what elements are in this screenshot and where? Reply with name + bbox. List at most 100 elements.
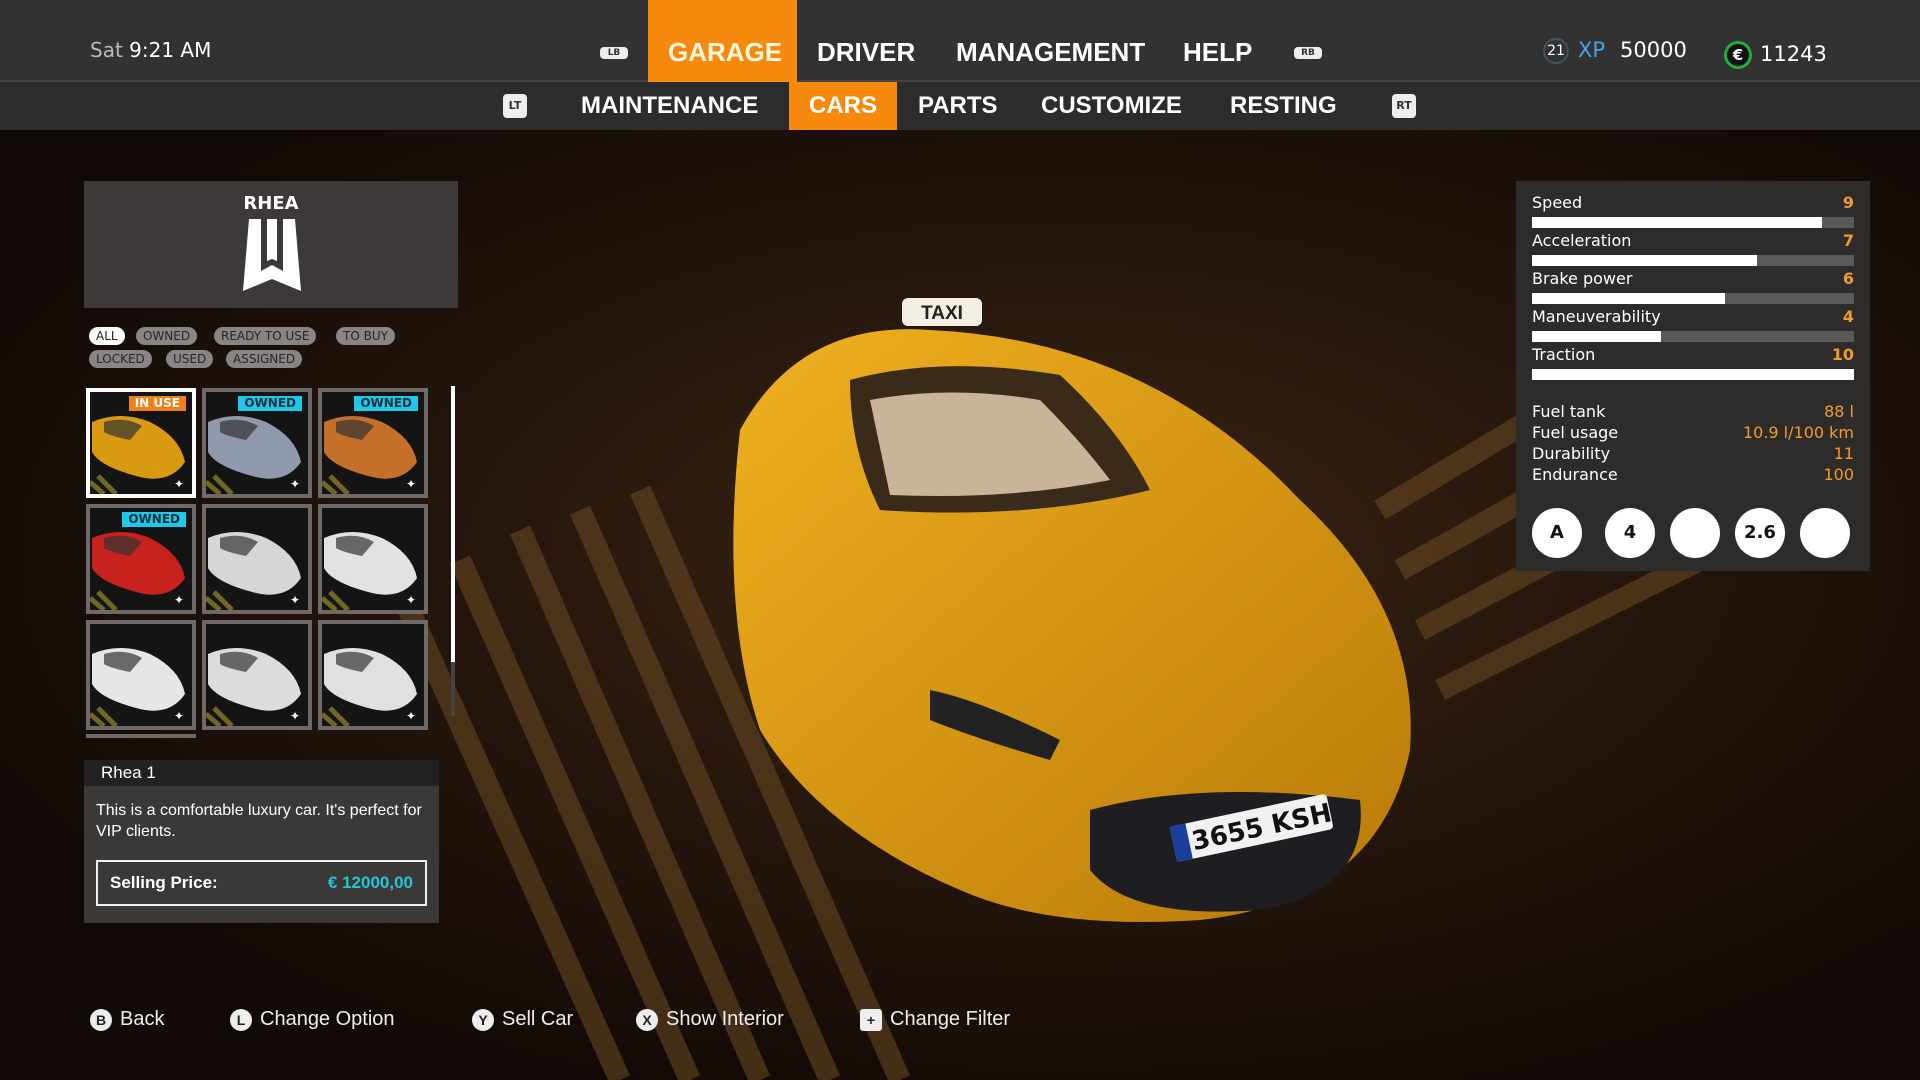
car-tile[interactable]: ✦ (318, 504, 428, 614)
stat-value: 4 (1842, 307, 1854, 326)
selling-price-value: € 12000,00 (327, 873, 413, 892)
stat-value: 6 (1842, 269, 1854, 288)
car-tile[interactable]: ✦ OWNED (202, 388, 312, 498)
stat-bar-fill (1532, 369, 1854, 380)
rb-bumper-icon[interactable]: RB (1294, 47, 1322, 59)
car-tile[interactable]: ✦ (318, 620, 428, 730)
hint-show-interior[interactable]: X Show Interior (636, 1008, 784, 1031)
tab-resting[interactable]: RESTING (1210, 82, 1357, 130)
svg-text:✦: ✦ (406, 593, 416, 607)
money-value: 11243 (1760, 42, 1827, 66)
filter-to-buy[interactable]: TO BUY (336, 327, 395, 345)
rt-trigger-icon[interactable]: RT (1392, 94, 1416, 118)
car-tile[interactable]: ✦ OWNED (318, 388, 428, 498)
filter-owned[interactable]: OWNED (136, 327, 198, 345)
spec-label: Fuel usage (1532, 423, 1619, 442)
spec-value: 88 l (1824, 402, 1854, 421)
tab-garage[interactable]: GARAGE (648, 0, 797, 82)
filter-all[interactable]: ALL (89, 327, 125, 345)
svg-text:✦: ✦ (174, 593, 184, 607)
filter-assigned[interactable]: ASSIGNED (226, 350, 303, 368)
left-stick-icon: L (230, 1008, 252, 1031)
brand-name: RHEA (243, 193, 299, 214)
status-badge: OWNED (354, 396, 418, 411)
stat-bar (1532, 217, 1854, 228)
car-thumbnail: ✦ (322, 532, 417, 610)
next-row-edge (86, 734, 196, 738)
stat-bar-fill (1532, 293, 1726, 304)
hint-label: Change Option (260, 1008, 395, 1030)
tab-customize[interactable]: CUSTOMIZE (1021, 82, 1202, 130)
filter-ready-to-use[interactable]: READY TO USE (214, 327, 317, 345)
stat-label: Speed (1532, 193, 1583, 212)
status-badge: OWNED (122, 512, 186, 527)
hint-sell-car[interactable]: Y Sell Car (472, 1008, 573, 1031)
stat-label: Brake power (1532, 269, 1633, 288)
seats-icon: 4 (1605, 508, 1655, 558)
xp-value: 50000 (1620, 38, 1687, 62)
car-tile[interactable]: ✦ (202, 504, 312, 614)
taxi-sign-text: TAXI (921, 303, 963, 324)
hint-label: Back (120, 1008, 165, 1030)
stat-bar-fill (1532, 217, 1822, 228)
grid-scrollbar[interactable] (451, 386, 455, 716)
tab-help[interactable]: HELP (1163, 0, 1272, 82)
day: Sat (90, 38, 123, 62)
clock: Sat 9:21 AM (90, 38, 211, 62)
engine-icon (1800, 508, 1850, 558)
level-badge: 21 (1543, 38, 1569, 64)
stat-bar-fill (1532, 331, 1661, 342)
filter-locked[interactable]: LOCKED (89, 350, 152, 368)
filter-used[interactable]: USED (166, 350, 214, 368)
tab-driver[interactable]: DRIVER (797, 0, 935, 82)
lt-trigger-icon[interactable]: LT (503, 94, 527, 118)
car-tile[interactable]: ✦ (202, 620, 312, 730)
hint-label: Change Filter (890, 1008, 1011, 1030)
car-tile[interactable]: ✦ (86, 620, 196, 730)
weight-icon: 2.6 (1735, 508, 1785, 558)
car-thumbnail: ✦ (206, 648, 301, 726)
dpad-icon: + (860, 1008, 882, 1031)
hint-change-option[interactable]: L Change Option (230, 1008, 395, 1031)
hint-change-filter[interactable]: + Change Filter (860, 1008, 1010, 1031)
b-button-icon: B (90, 1008, 112, 1031)
car-tile[interactable]: ✦ OWNED (86, 504, 196, 614)
engine-type-icon (1670, 508, 1720, 558)
lb-bumper-icon[interactable]: LB (600, 47, 628, 59)
spec-label: Endurance (1532, 465, 1618, 484)
tab-cars[interactable]: CARS (789, 82, 897, 130)
status-badge: IN USE (128, 396, 186, 411)
car-info-panel: Rhea 1 This is a comfortable luxury car.… (84, 760, 439, 923)
scrollbar-thumb[interactable] (451, 386, 455, 662)
stat-value: 9 (1842, 193, 1854, 212)
stat-label: Traction (1532, 345, 1596, 364)
svg-text:✦: ✦ (406, 477, 416, 491)
spec-value: 11 (1833, 444, 1854, 463)
svg-text:✦: ✦ (406, 709, 416, 723)
stat-bar (1532, 293, 1854, 304)
car-thumbnail: ✦ (322, 648, 417, 726)
stat-value: 7 (1842, 231, 1854, 250)
tab-management[interactable]: MANAGEMENT (936, 0, 1165, 82)
hint-label: Sell Car (502, 1008, 574, 1030)
svg-text:✦: ✦ (290, 709, 300, 723)
spec-label: Fuel tank (1532, 402, 1606, 421)
hint-label: Show Interior (666, 1008, 784, 1030)
hint-back[interactable]: B Back (90, 1008, 164, 1031)
y-button-icon: Y (472, 1008, 494, 1031)
svg-text:✦: ✦ (290, 593, 300, 607)
spec-value: 100 (1823, 465, 1854, 484)
stat-label: Maneuverability (1532, 307, 1661, 326)
euro-icon: € (1724, 41, 1752, 69)
stat-bar-fill (1532, 255, 1758, 266)
car-name: Rhea 1 (84, 760, 439, 786)
svg-text:✦: ✦ (174, 709, 184, 723)
tab-maintenance[interactable]: MAINTENANCE (561, 82, 778, 130)
time: 9:21 AM (129, 38, 212, 62)
car-tile[interactable]: ✦ IN USE (86, 388, 196, 498)
tab-parts[interactable]: PARTS (898, 82, 1018, 130)
stat-bar (1532, 331, 1854, 342)
automatic-gearbox-icon: A (1532, 508, 1582, 558)
selling-price-box: Selling Price: € 12000,00 (96, 860, 427, 906)
car-thumbnail: ✦ (90, 648, 185, 726)
